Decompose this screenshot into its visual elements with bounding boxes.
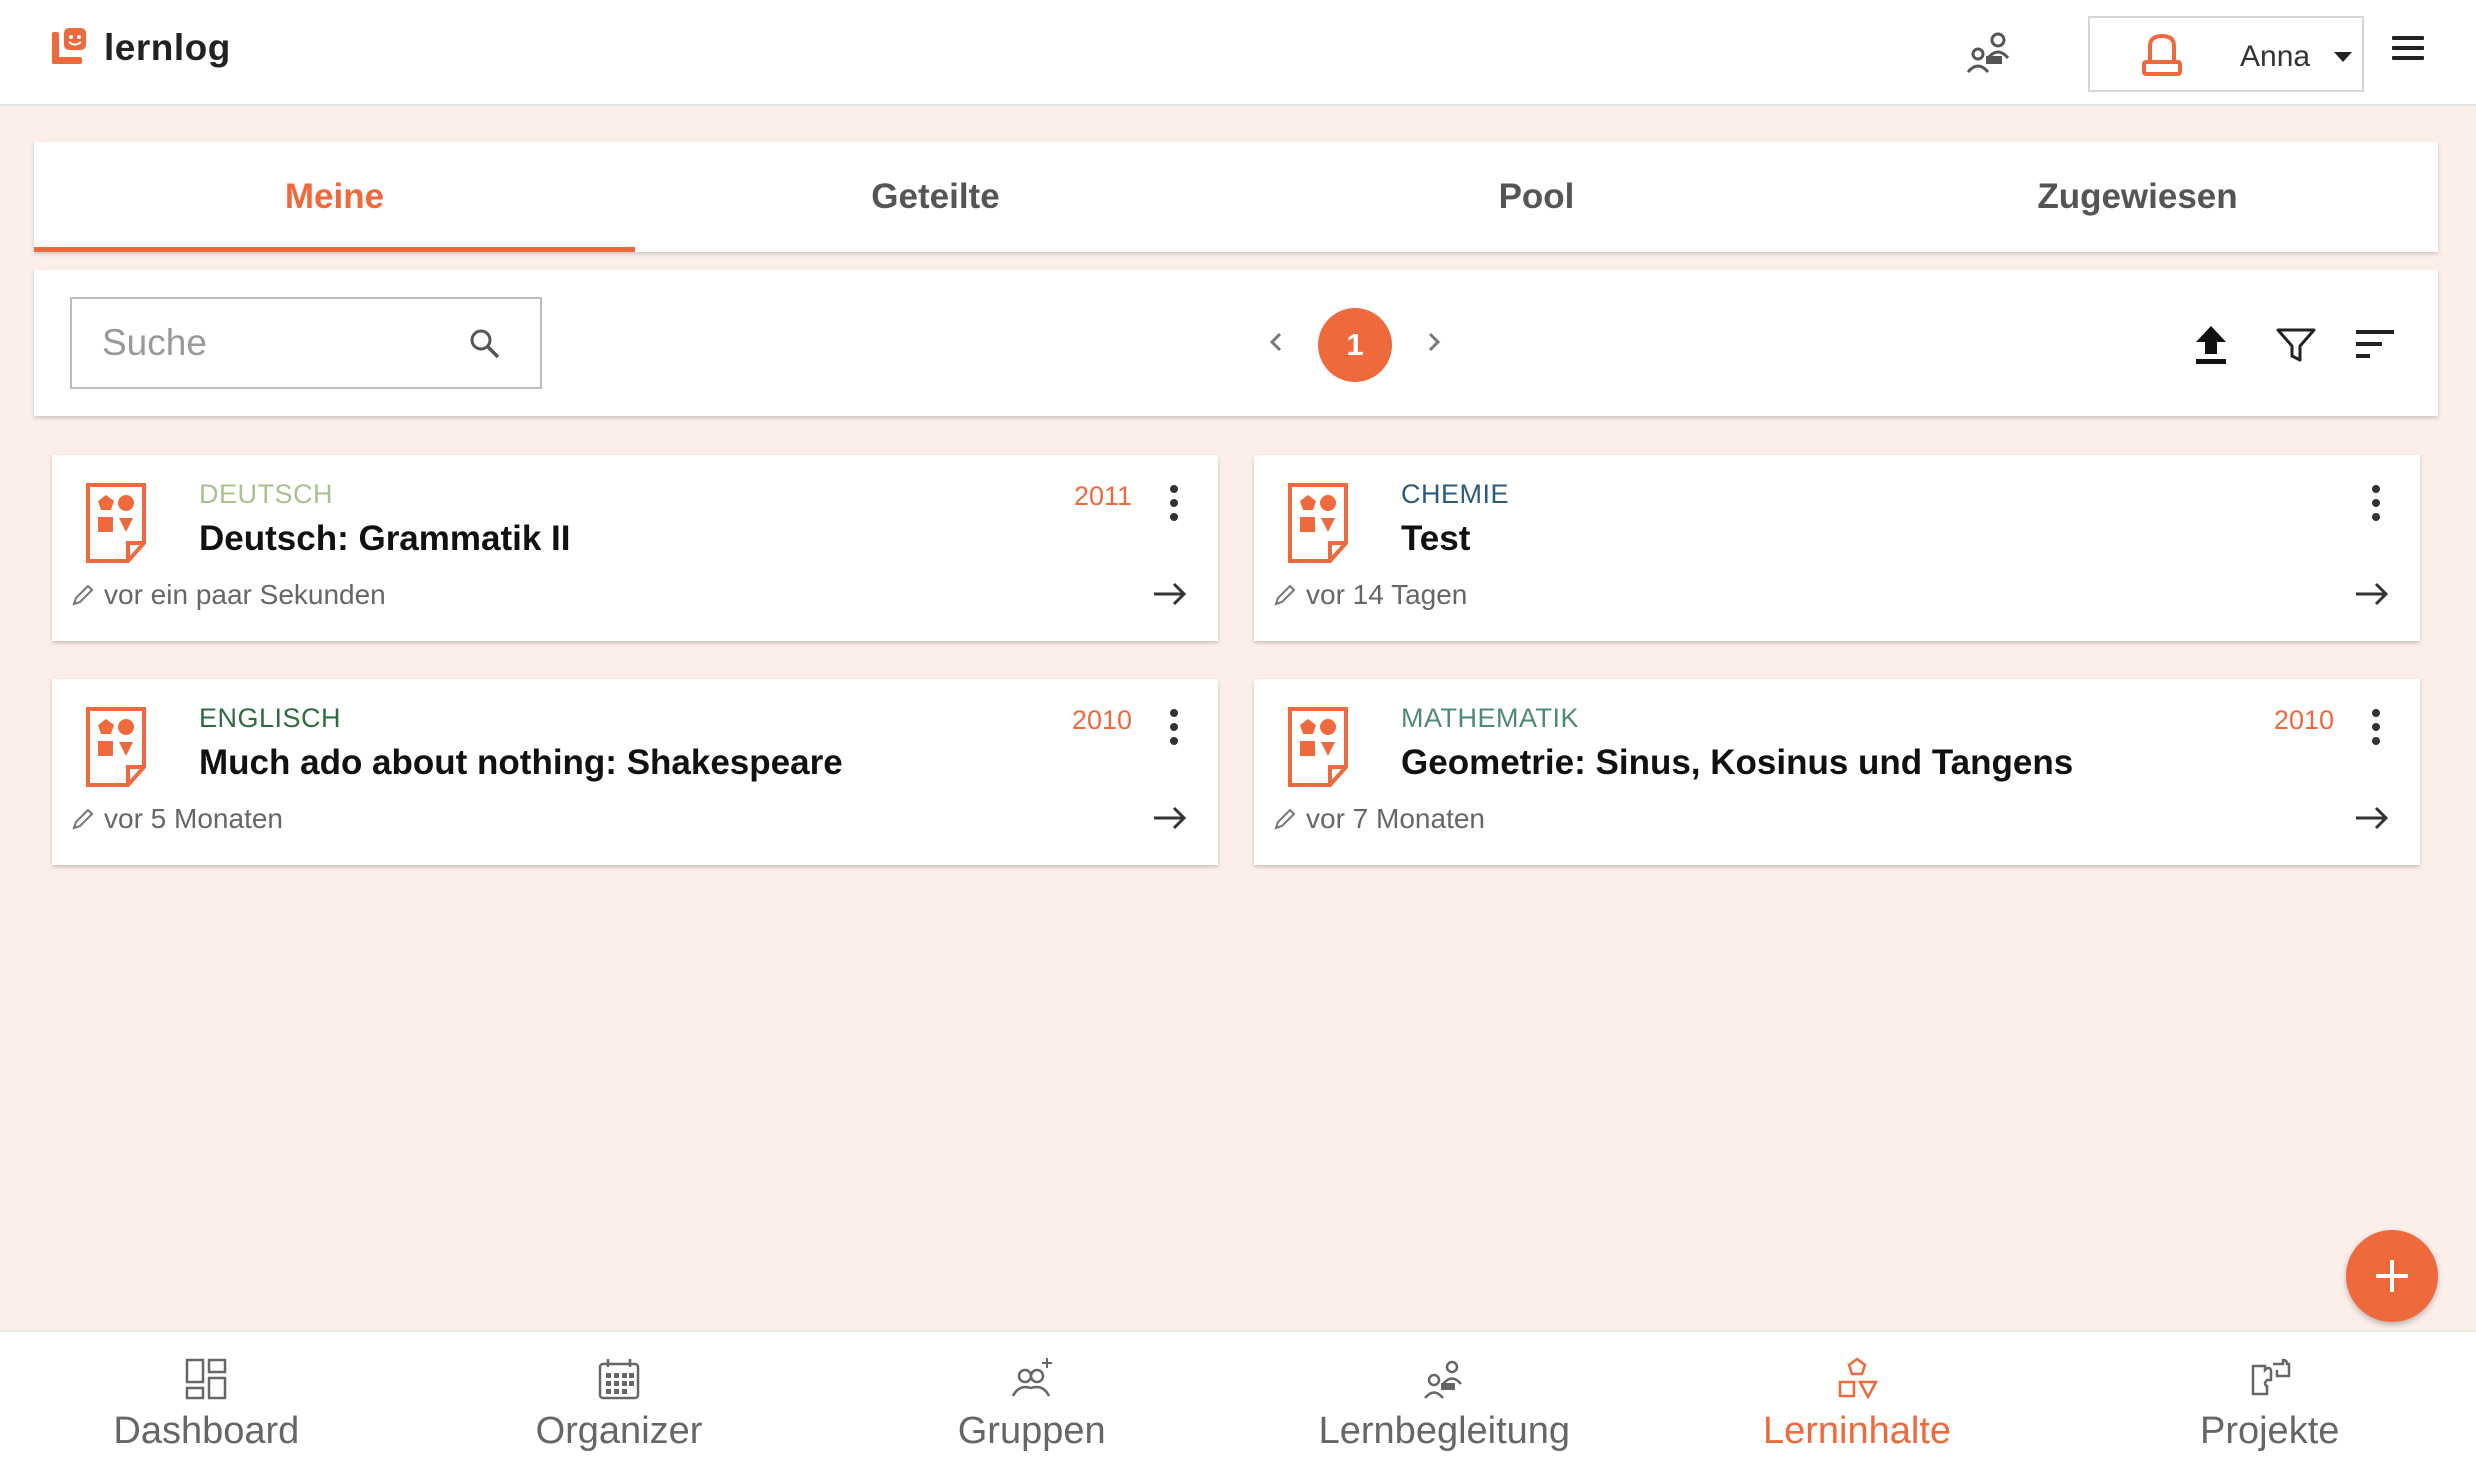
more-vert-icon[interactable] [2372,709,2384,745]
content-card[interactable]: CHEMIE Test vor 14 Tagen [1254,455,2420,641]
nav-item-projekte[interactable]: Projekte [2063,1332,2476,1466]
nav-label: Lerninhalte [1763,1410,1952,1452]
card-title: Test [1401,519,1471,558]
card-edited: vor 14 Tagen [1272,579,1467,611]
arrow-right-icon[interactable] [1152,579,1188,609]
more-vert-icon[interactable] [2372,485,2384,521]
user-menu-dropdown[interactable]: Anna [2088,16,2364,92]
card-edited-text: vor 14 Tagen [1306,579,1468,610]
card-edited-text: vor ein paar Sekunden [104,579,386,610]
content-card[interactable]: ENGLISCH Much ado about nothing: Shakesp… [52,679,1218,865]
current-page-button[interactable]: 1 [1318,308,1392,382]
nav-label: Organizer [535,1410,703,1452]
pencil-icon [1274,808,1296,830]
card-year: 2010 [1071,705,1132,735]
arrow-right-icon[interactable] [2354,579,2390,609]
puzzle-icon [2251,1358,2290,1396]
search-input[interactable] [72,299,452,387]
card-edited: vor 5 Monaten [70,803,283,835]
app-logo[interactable]: lernlog [50,26,231,70]
learning-content-icon [1288,707,1348,787]
pencil-icon [72,808,94,830]
tab-geteilte[interactable]: Geteilte [635,142,1236,252]
chevron-left-icon[interactable] [1256,322,1296,362]
more-vert-icon[interactable] [1170,485,1182,521]
pencil-icon [72,584,94,606]
content-tabs: Meine Geteilte Pool Zugewiesen [34,142,2438,252]
toolbar: 1 [34,270,2438,416]
shapes-icon [1838,1357,1879,1400]
card-subject: CHEMIE [1401,479,1510,509]
search-box [70,297,542,389]
more-vert-icon[interactable] [1170,709,1182,745]
lernlog-logo-icon [52,28,86,64]
upload-icon[interactable] [2190,322,2232,366]
nav-label: Gruppen [957,1410,1106,1452]
add-content-button[interactable] [2346,1230,2438,1322]
tab-meine[interactable]: Meine [34,142,635,252]
arrow-right-icon[interactable] [2354,803,2390,833]
user-avatar-icon [2142,33,2182,76]
content-card[interactable]: DEUTSCH Deutsch: Grammatik II 2011 vor e… [52,455,1218,641]
pencil-icon [1274,584,1296,606]
card-year: 2011 [1073,481,1132,511]
bottom-navigation: Dashboard Organizer Gruppen Lernbegleitu… [0,1330,2476,1466]
card-title: Much ado about nothing: Shakespeare [199,743,843,782]
chevron-right-icon[interactable] [1414,322,1454,362]
card-edited: vor 7 Monaten [1272,803,1485,835]
nav-label: Lernbegleitung [1318,1410,1571,1452]
nav-item-dashboard[interactable]: Dashboard [0,1332,413,1466]
card-subject: DEUTSCH [199,479,334,509]
learning-content-icon [86,707,146,787]
chevron-down-icon [2334,52,2352,62]
card-subject: MATHEMATIK [1401,703,1579,733]
learning-content-icon [1288,483,1348,563]
mentoring-icon[interactable] [1964,28,2014,78]
groups-icon [1011,1358,1052,1397]
app-header: lernlog Anna [0,0,2476,106]
hamburger-menu-icon[interactable] [2392,36,2424,66]
arrow-right-icon[interactable] [1152,803,1188,833]
app-name: lernlog [104,27,231,68]
card-subject: ENGLISCH [199,703,342,733]
filter-icon[interactable] [2274,324,2318,364]
card-edited-text: vor 5 Monaten [104,803,283,834]
user-name: Anna [2240,40,2311,73]
search-icon[interactable] [468,327,502,361]
nav-item-lerninhalte[interactable]: Lerninhalte [1651,1332,2064,1466]
nav-label: Dashboard [113,1410,300,1452]
tab-zugewiesen[interactable]: Zugewiesen [1837,142,2438,252]
calendar-icon [598,1359,640,1400]
mentoring-icon [1424,1360,1463,1399]
nav-label: Projekte [2199,1410,2340,1452]
card-title: Geometrie: Sinus, Kosinus und Tangens [1401,743,2074,782]
nav-item-gruppen[interactable]: Gruppen [825,1332,1238,1466]
card-title: Deutsch: Grammatik II [199,519,571,558]
nav-item-organizer[interactable]: Organizer [413,1332,826,1466]
tab-pool[interactable]: Pool [1236,142,1837,252]
card-edited-text: vor 7 Monaten [1306,803,1485,834]
sort-icon[interactable] [2354,326,2398,362]
dashboard-icon [186,1358,227,1400]
card-edited: vor ein paar Sekunden [70,579,386,611]
content-card[interactable]: MATHEMATIK Geometrie: Sinus, Kosinus und… [1254,679,2420,865]
nav-item-lernbegleitung[interactable]: Lernbegleitung [1238,1332,1651,1466]
learning-content-icon [86,483,146,563]
card-year: 2010 [2273,705,2334,735]
